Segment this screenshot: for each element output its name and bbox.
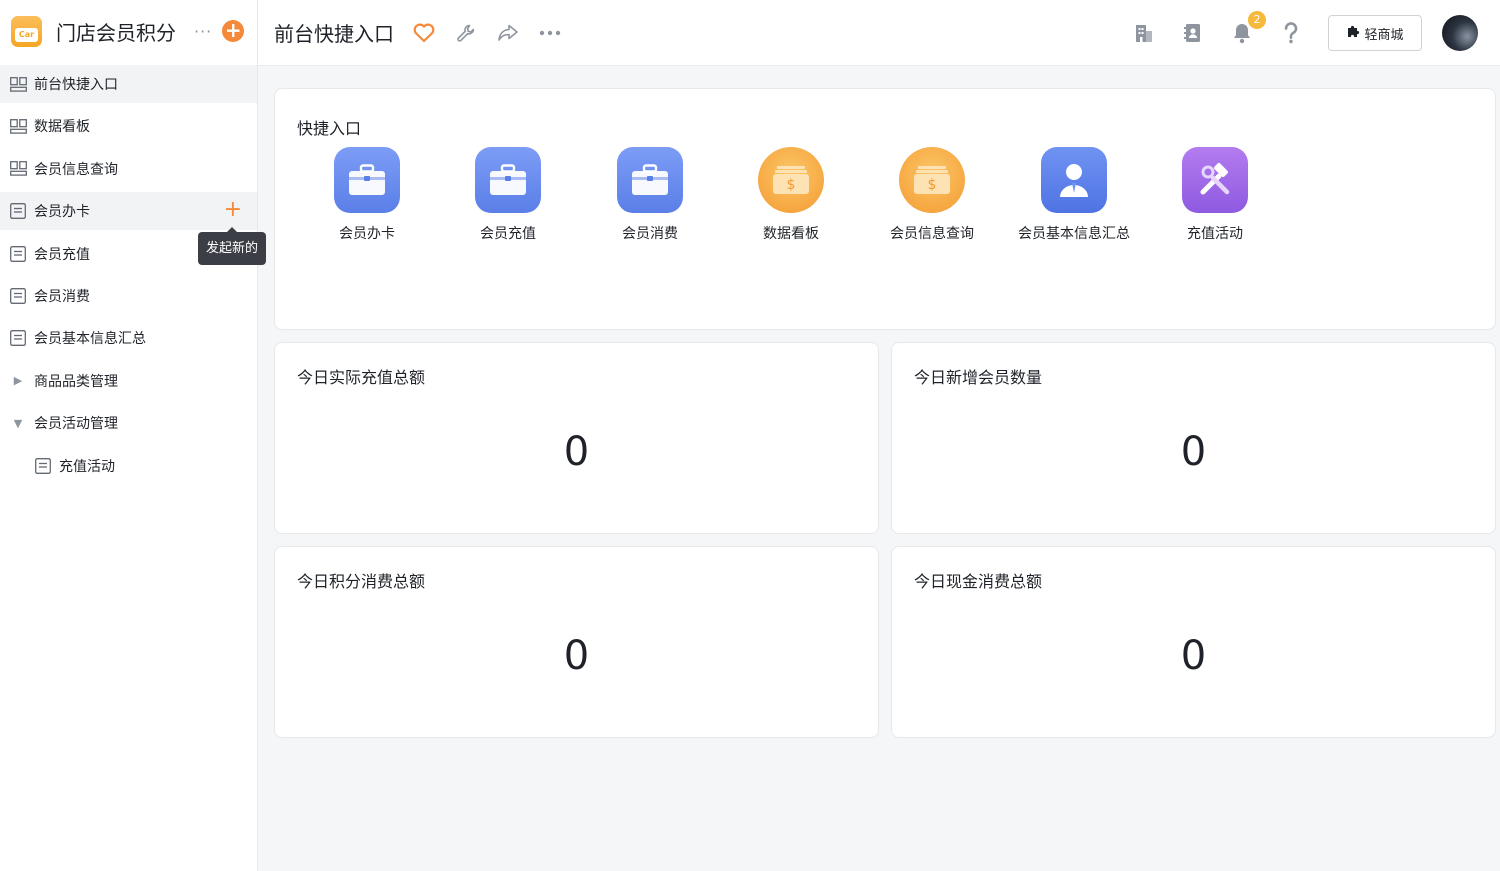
- sidebar-item-label: 数据看板: [34, 119, 90, 136]
- money-icon: $: [758, 147, 824, 213]
- sidebar-item-label: 会员消费: [34, 288, 90, 305]
- sidebar-item-label: 会员活动管理: [34, 416, 118, 433]
- app-title[interactable]: 门店会员积分: [56, 17, 184, 46]
- contacts-book-icon[interactable]: [1181, 21, 1205, 45]
- stat-title: 今日现金消费总额: [914, 572, 1043, 591]
- form-icon: [34, 457, 52, 474]
- app-header: Car 门店会员积分 ··· +: [0, 0, 257, 62]
- money-icon: $: [899, 147, 965, 213]
- sidebar-group-member-activity[interactable]: ▼ 会员活动管理: [0, 404, 257, 442]
- organization-building-icon[interactable]: [1132, 21, 1156, 45]
- sidebar-item-label: 会员基本信息汇总: [34, 331, 146, 348]
- topbar-right: 2 轻商城: [1132, 0, 1500, 66]
- sidebar: Car 门店会员积分 ··· + 前台快捷入口 数据看板 会员信息查询 会员办卡…: [0, 0, 266, 871]
- person-icon: [1041, 147, 1107, 213]
- quick-item-label: 会员充值: [480, 226, 536, 242]
- quick-item-member-consume[interactable]: 会员消费: [584, 147, 716, 243]
- light-mall-label: 轻商城: [1364, 27, 1404, 43]
- share-icon[interactable]: [496, 21, 520, 45]
- quick-item-member-info-query[interactable]: $ 会员信息查询: [866, 147, 998, 243]
- form-icon: [9, 245, 27, 262]
- favorite-heart-icon[interactable]: [412, 21, 436, 45]
- add-record-icon[interactable]: +: [224, 199, 242, 221]
- quick-item-member-recharge[interactable]: 会员充值: [442, 147, 574, 243]
- sidebar-item-frontdesk-shortcuts[interactable]: 前台快捷入口: [0, 65, 257, 103]
- sidebar-item-label: 商品品类管理: [34, 373, 118, 390]
- tooltip: 发起新的: [198, 227, 266, 265]
- more-options-icon[interactable]: ···: [194, 22, 212, 41]
- stat-title: 今日积分消费总额: [297, 572, 426, 591]
- stat-card-recharge-total: 今日实际充值总额 0: [274, 342, 879, 534]
- stat-card-new-members: 今日新增会员数量 0: [891, 342, 1496, 534]
- sidebar-item-label: 会员充值: [34, 246, 90, 263]
- caret-down-icon[interactable]: ▼: [9, 417, 27, 430]
- dashboard-icon: [9, 161, 27, 177]
- app-logo-text: Car: [15, 27, 38, 42]
- sidebar-item-label: 会员信息查询: [34, 161, 118, 178]
- stat-value: 0: [563, 633, 590, 679]
- svg-text:$: $: [928, 177, 937, 193]
- svg-text:$: $: [787, 177, 796, 193]
- quick-item-label: 充值活动: [1187, 226, 1243, 242]
- briefcase-icon: [334, 147, 400, 213]
- dashboard-icon: [9, 118, 27, 134]
- add-icon[interactable]: +: [222, 20, 245, 42]
- stat-card-cash-consume: 今日现金消费总额 0: [891, 546, 1496, 738]
- quick-item-recharge-activity[interactable]: 充值活动: [1149, 147, 1281, 243]
- sidebar-item-member-summary[interactable]: 会员基本信息汇总: [0, 319, 257, 357]
- stat-title: 今日实际充值总额: [297, 368, 426, 387]
- sidebar-item-label: 前台快捷入口: [34, 77, 118, 93]
- stat-title: 今日新增会员数量: [914, 368, 1043, 387]
- briefcase-icon: [475, 147, 541, 213]
- sidebar-item-member-info-query[interactable]: 会员信息查询: [0, 150, 257, 188]
- light-mall-button[interactable]: 轻商城: [1328, 15, 1422, 51]
- quick-item-label: 会员信息查询: [890, 226, 974, 242]
- quick-item-label: 会员基本信息汇总: [1018, 226, 1130, 242]
- form-icon: [9, 330, 27, 347]
- stat-value: 0: [1180, 429, 1207, 475]
- form-icon: [9, 203, 27, 220]
- app-logo[interactable]: Car: [11, 15, 42, 47]
- avatar[interactable]: [1442, 15, 1478, 51]
- stat-value: 0: [563, 429, 590, 475]
- topbar: 前台快捷入口 2 轻商城: [258, 0, 1500, 66]
- quick-item-data-board[interactable]: $ 数据看板: [725, 147, 857, 243]
- quick-item-label: 会员消费: [622, 226, 678, 242]
- help-question-icon[interactable]: [1279, 21, 1303, 45]
- quick-entry-card: 快捷入口 会员办卡 会员充值 会员消费 $ 数据看板 $ 会员信息查询 会员基本…: [274, 88, 1496, 330]
- sidebar-item-data-board[interactable]: 数据看板: [0, 107, 257, 145]
- quick-entry-title: 快捷入口: [297, 119, 362, 138]
- puzzle-icon: [1346, 24, 1360, 42]
- briefcase-icon: [617, 147, 683, 213]
- notification-bell-icon[interactable]: 2: [1230, 11, 1266, 45]
- quick-item-member-card[interactable]: 会员办卡: [301, 147, 433, 243]
- more-horizontal-icon[interactable]: [538, 21, 562, 45]
- sidebar-nav: 前台快捷入口 数据看板 会员信息查询 会员办卡 + 会员充值 会员消费 会员基本…: [0, 65, 257, 485]
- form-icon: [9, 288, 27, 304]
- stat-card-points-consume: 今日积分消费总额 0: [274, 546, 879, 738]
- sidebar-item-member-consume[interactable]: 会员消费: [0, 277, 257, 315]
- quick-item-member-summary[interactable]: 会员基本信息汇总: [1008, 147, 1140, 243]
- sidebar-item-member-card[interactable]: 会员办卡 +: [0, 192, 257, 231]
- notification-badge: 2: [1248, 11, 1266, 29]
- sidebar-item-label: 充值活动: [59, 458, 115, 475]
- quick-item-label: 会员办卡: [339, 226, 395, 242]
- wrench-icon[interactable]: [454, 21, 478, 45]
- dashboard-icon: [9, 76, 27, 92]
- stat-value: 0: [1180, 633, 1207, 679]
- page-title: 前台快捷入口: [274, 22, 394, 46]
- sidebar-item-label: 会员办卡: [34, 204, 90, 221]
- sidebar-item-recharge-activity[interactable]: 充值活动: [0, 447, 257, 485]
- caret-right-icon[interactable]: ▶: [9, 374, 27, 387]
- sidebar-group-product-category[interactable]: ▶ 商品品类管理: [0, 362, 257, 400]
- tools-icon: [1182, 147, 1248, 213]
- quick-item-label: 数据看板: [763, 226, 819, 242]
